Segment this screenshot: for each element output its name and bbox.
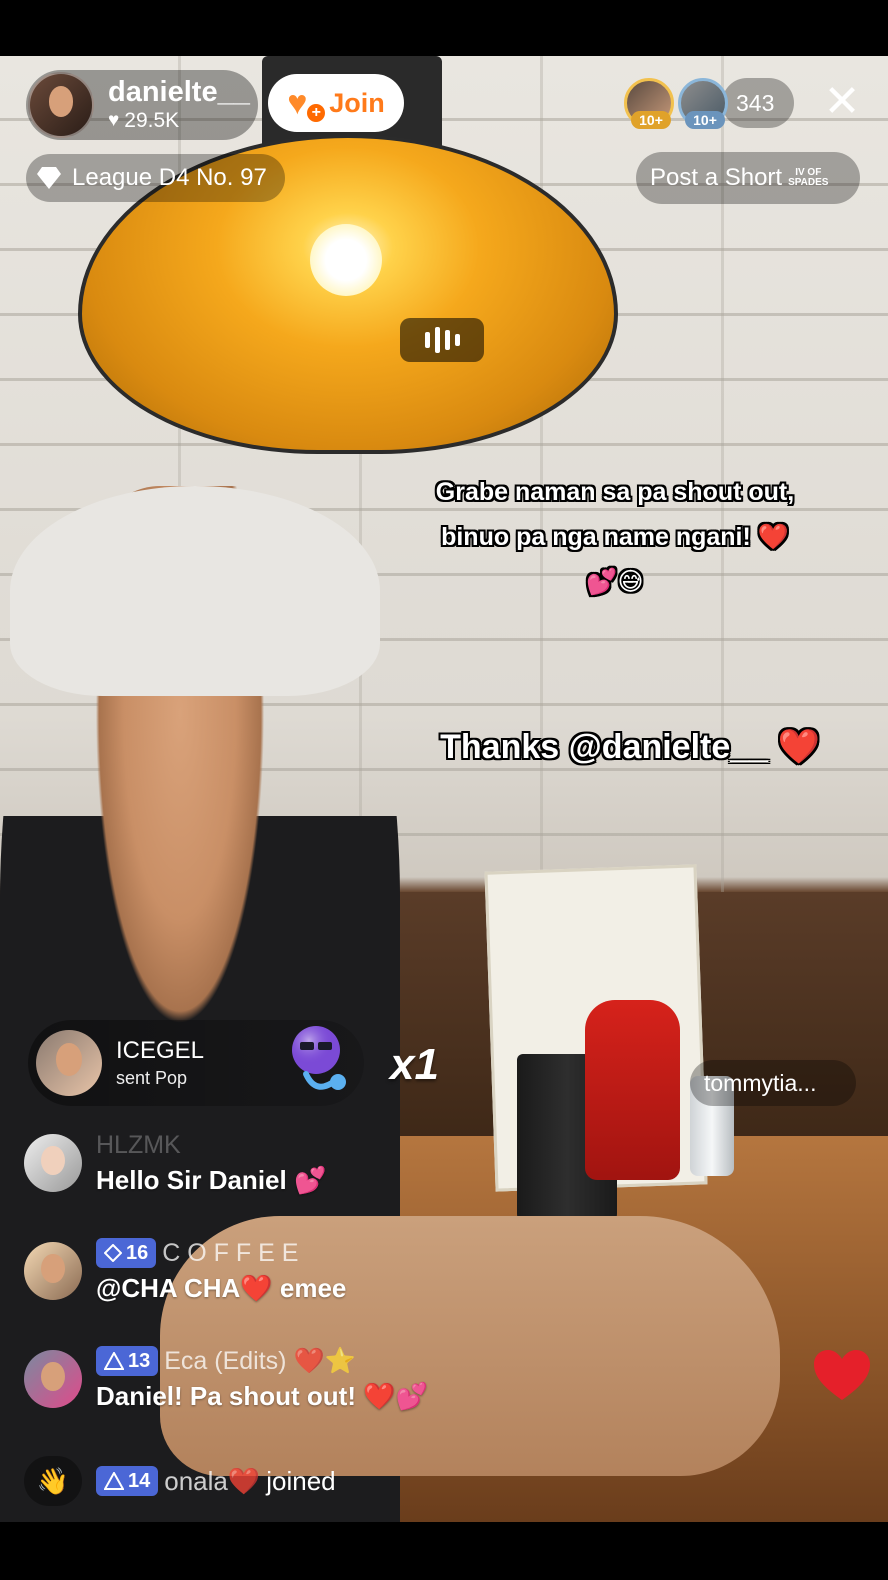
host-likes-count: 29.5K: [124, 109, 180, 132]
streamer-cap: [10, 486, 380, 696]
level-number: 14: [128, 1469, 151, 1492]
diamond-icon: [34, 163, 64, 193]
chat-header: 16 C O F F E E: [96, 1236, 346, 1270]
wave-hand-icon[interactable]: 👋: [24, 1456, 82, 1506]
chat-avatar[interactable]: [24, 1242, 82, 1300]
post-short-label: Post a Short: [650, 164, 783, 191]
level-badge: 16: [96, 1238, 157, 1268]
chat-username: Eca (Edits) ❤️⭐: [164, 1346, 356, 1375]
host-profile-pill[interactable]: danielte__ ♥ 29.5K: [26, 70, 258, 140]
chat-message[interactable]: 16 C O F F E E @CHA CHA❤️ emee: [24, 1236, 346, 1306]
gift-action: sent Pop: [116, 1068, 188, 1088]
chat-username: HLZMK: [96, 1130, 181, 1159]
lamp-bulb: [310, 224, 382, 296]
iv-of-spades-logo: IV OF SPADES: [788, 168, 828, 188]
host-avatar[interactable]: [28, 72, 94, 138]
join-button[interactable]: ♥ + Join: [268, 74, 404, 132]
league-pill[interactable]: League D4 No. 97: [26, 154, 285, 202]
level-badge: 13: [96, 1346, 159, 1376]
level-badge: 14: [96, 1466, 159, 1496]
chat-username: C O F F E E: [162, 1238, 299, 1267]
bottom-black-bar: [0, 1522, 888, 1580]
chat-header: HLZMK: [96, 1128, 326, 1162]
post-short-pill[interactable]: Post a Short IV OF SPADES: [636, 152, 860, 204]
chat-header: 13 Eca (Edits) ❤️⭐: [96, 1344, 428, 1378]
viewer-rank-badge: 10+: [631, 111, 671, 129]
viewer-name-pill[interactable]: tommytia...: [690, 1060, 856, 1106]
gift-combo-count: x1: [390, 1040, 439, 1089]
gift-sender-name: ICEGEL: [116, 1037, 205, 1064]
viewer-count[interactable]: 343: [722, 78, 795, 128]
level-triangle-icon: [104, 1472, 124, 1490]
top-black-bar: [0, 0, 888, 56]
logo-line2: SPADES: [788, 177, 829, 188]
level-triangle-icon: [104, 1352, 124, 1370]
join-heart-icon: ♥ +: [287, 86, 326, 122]
chat-avatar[interactable]: [24, 1350, 82, 1408]
host-username: danielte__: [108, 76, 250, 108]
chat-text: Daniel! Pa shout out! ❤️💕: [96, 1381, 428, 1411]
top-viewer-avatar[interactable]: 10+: [624, 78, 674, 129]
gift-sender-avatar[interactable]: [36, 1030, 102, 1096]
league-label: League D4 No. 97: [72, 164, 267, 191]
video-caption: Grabe naman sa pa shout out, binuo pa ng…: [435, 478, 795, 596]
chat-message[interactable]: 13 Eca (Edits) ❤️⭐ Daniel! Pa shout out!…: [24, 1344, 428, 1414]
pop-gift-icon: [276, 1016, 360, 1100]
chat-text: Hello Sir Daniel 💕: [96, 1165, 327, 1195]
level-number: 13: [128, 1349, 151, 1372]
floating-heart-icon: [812, 1348, 872, 1404]
level-diamond-icon: [104, 1244, 122, 1262]
close-icon[interactable]: ✕: [820, 80, 864, 124]
video-caption-thanks: Thanks @danielte__ ❤️: [440, 728, 820, 766]
joined-action: joined: [266, 1465, 336, 1496]
top-viewer-avatar[interactable]: 10+: [678, 78, 728, 129]
heart-icon: ♥: [108, 110, 120, 131]
ketchup-bottle: [585, 1000, 680, 1180]
chat-avatar[interactable]: [24, 1134, 82, 1192]
level-number: 16: [126, 1241, 149, 1264]
host-likes-row: ♥ 29.5K: [108, 108, 250, 134]
joined-username: onala❤️: [164, 1465, 261, 1496]
viewer-rank-badge: 10+: [685, 111, 725, 129]
audio-wave-icon[interactable]: [400, 318, 484, 362]
top-viewers[interactable]: 10+ 10+ 343: [624, 76, 795, 130]
joined-notification: 👋 14 onala❤️ joined: [24, 1456, 336, 1506]
chat-text: @CHA CHA❤️ emee: [96, 1273, 347, 1303]
chat-message[interactable]: HLZMK Hello Sir Daniel 💕: [24, 1128, 326, 1198]
join-label: Join: [329, 87, 385, 118]
